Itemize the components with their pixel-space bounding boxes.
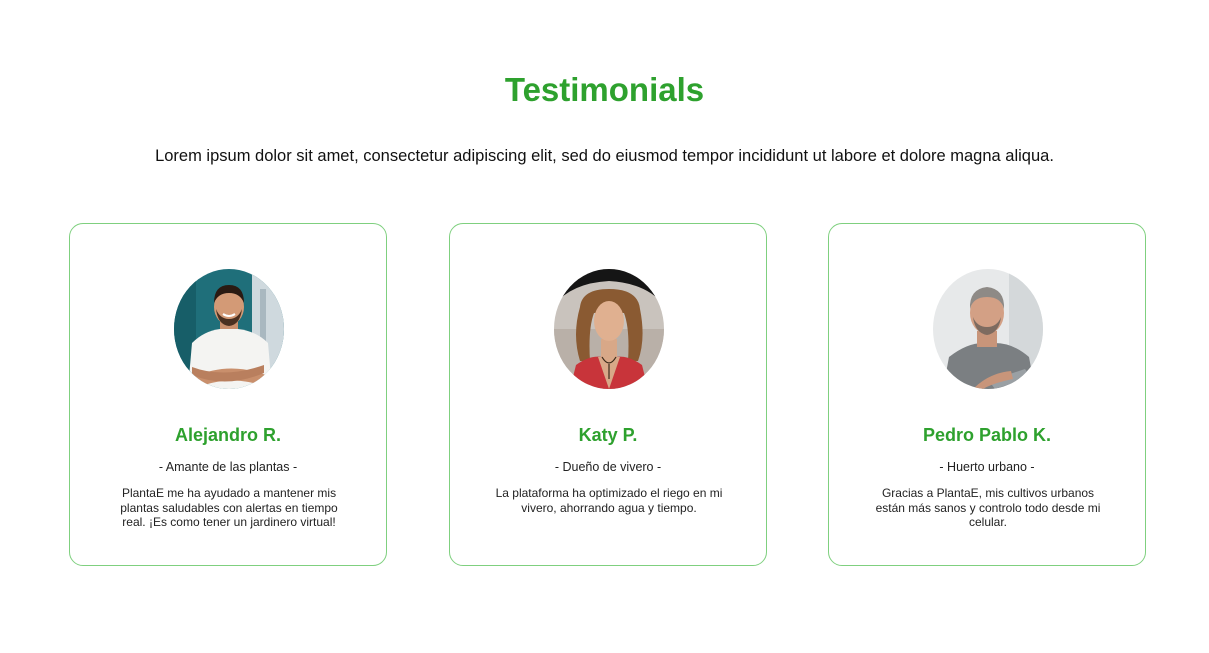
avatar	[174, 269, 284, 389]
avatar	[933, 269, 1043, 389]
testimonial-name: Pedro Pablo K.	[922, 425, 1052, 445]
testimonial-name: Katy P.	[578, 425, 638, 445]
testimonial-card: Pedro Pablo K. - Huerto urbano - Gracias…	[828, 223, 1146, 566]
testimonial-card: Katy P. - Dueño de vivero - La plataform…	[449, 223, 767, 566]
testimonials-list: Alejandro R. - Amante de las plantas - P…	[0, 223, 1209, 568]
section-subtitle: Lorem ipsum dolor sit amet, consectetur …	[155, 147, 1054, 165]
testimonial-quote: PlantaE me ha ayudado a mantener mis pla…	[120, 486, 338, 530]
testimonial-role: - Huerto urbano -	[939, 460, 1035, 474]
testimonial-quote: Gracias a PlantaE, mis cultivos urbanos …	[875, 486, 1101, 530]
testimonial-card: Alejandro R. - Amante de las plantas - P…	[69, 223, 387, 566]
testimonial-quote: La plataforma ha optimizado el riego en …	[495, 486, 723, 515]
testimonial-role: - Dueño de vivero -	[554, 460, 662, 474]
section-title: Testimonials	[504, 71, 705, 108]
avatar	[554, 269, 664, 389]
testimonial-name: Alejandro R.	[174, 425, 281, 445]
testimonial-role: - Amante de las plantas -	[158, 460, 298, 474]
